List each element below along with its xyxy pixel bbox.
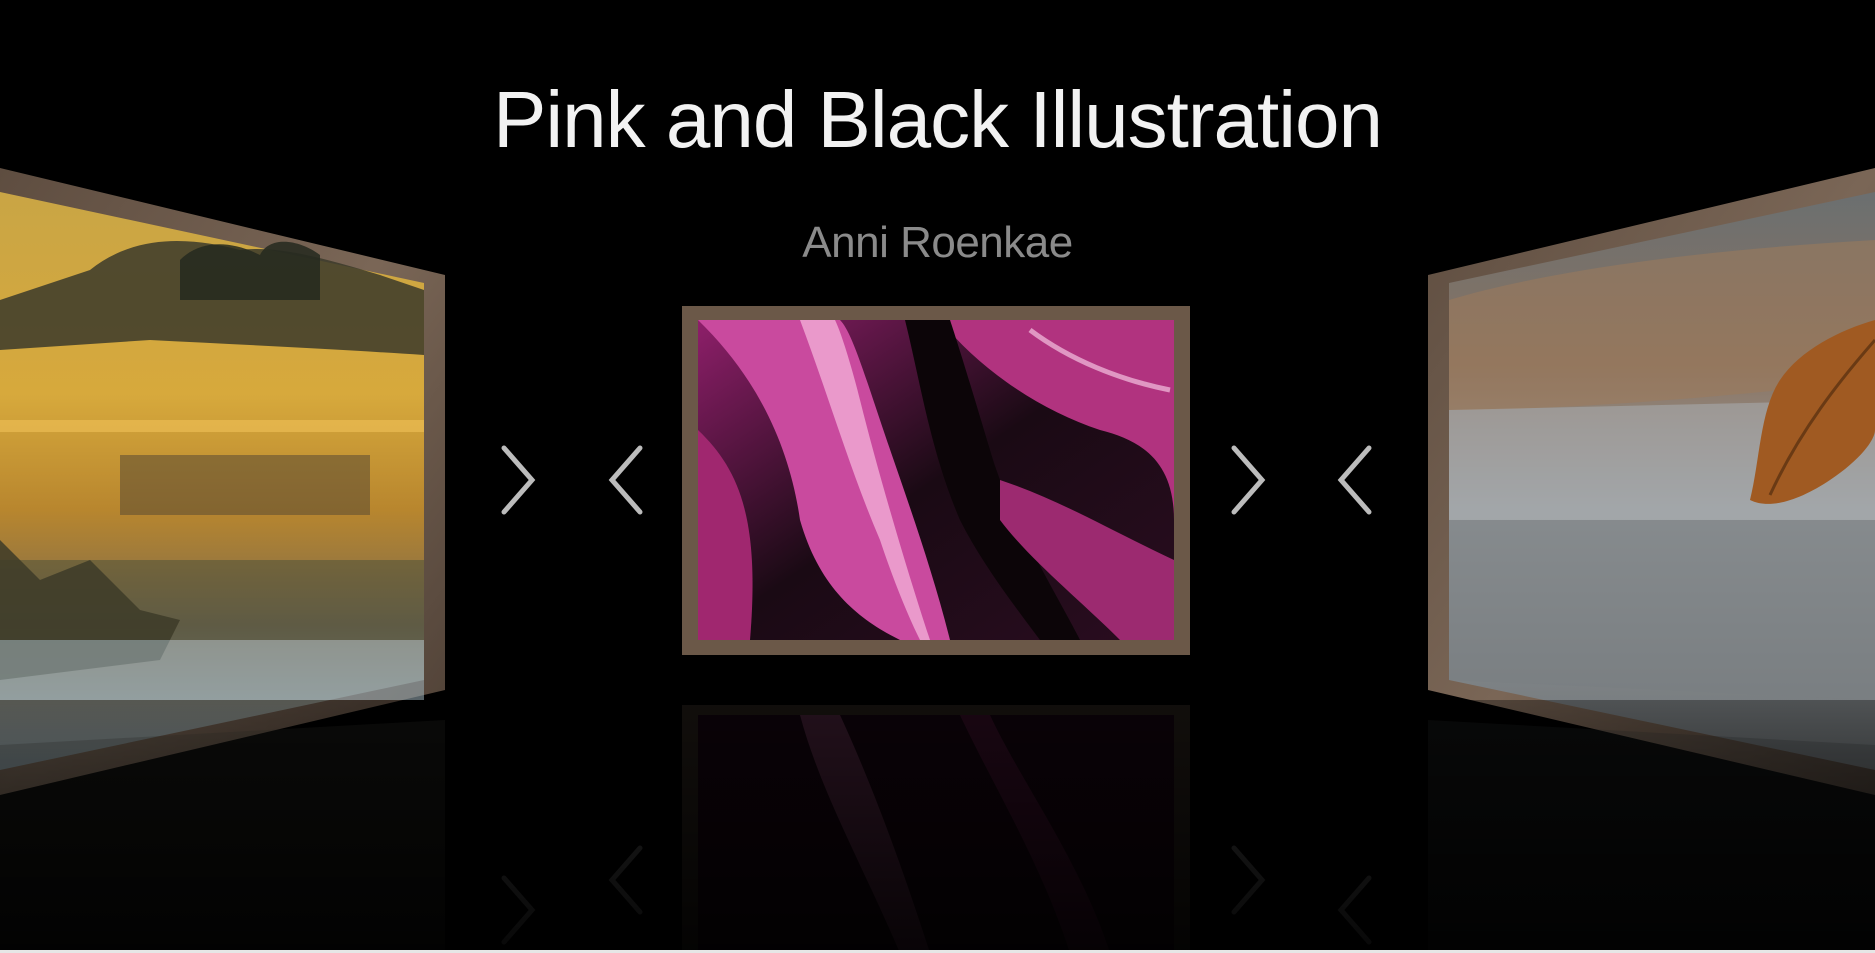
painting-reflections xyxy=(0,705,1875,953)
next-button-center[interactable] xyxy=(1218,440,1278,520)
gallery-stage: Pink and Black Illustration Anni Roenkae xyxy=(0,0,1875,953)
chevron-left-icon xyxy=(1337,875,1372,945)
chevron-right-icon xyxy=(501,445,536,515)
next-button-left-reflection xyxy=(488,870,548,950)
page-title: Pink and Black Illustration xyxy=(492,75,1383,164)
chevron-left-icon xyxy=(608,845,643,915)
chevron-right-icon xyxy=(1231,445,1266,515)
prev-button-right-reflection xyxy=(1325,870,1385,950)
chevron-right-icon xyxy=(1231,845,1266,915)
chevron-left-icon xyxy=(608,445,643,515)
prev-button-right[interactable] xyxy=(1325,440,1385,520)
reflection-fade xyxy=(0,700,1875,953)
painting-center-frame xyxy=(682,306,1190,655)
artist-name: Anni Roenkae xyxy=(802,218,1073,267)
prev-button-center-reflection xyxy=(596,840,656,920)
chevron-right-icon xyxy=(501,875,536,945)
chevron-left-icon xyxy=(1337,445,1372,515)
prev-button-center[interactable] xyxy=(596,440,656,520)
next-button-left[interactable] xyxy=(488,440,548,520)
next-button-center-reflection xyxy=(1218,840,1278,920)
